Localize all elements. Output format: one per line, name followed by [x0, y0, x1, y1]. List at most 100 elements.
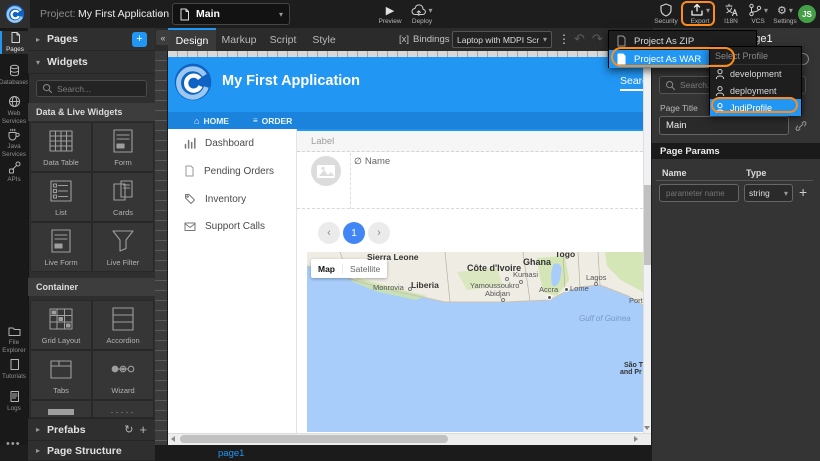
canvas-app-logo-icon	[173, 62, 213, 102]
pagination-prev-button[interactable]: ‹	[318, 222, 340, 244]
widget-tile-accordion[interactable]: Accordion	[92, 300, 154, 350]
widget-tile-wizard[interactable]: Wizard	[92, 350, 154, 400]
page-title-input[interactable]	[659, 116, 789, 135]
map-button[interactable]: Map	[311, 264, 342, 274]
widget-tile-form[interactable]: Form	[92, 122, 154, 172]
rail-more-icon[interactable]: •••	[6, 438, 21, 450]
widget-tile-grid-layout[interactable]: Grid Layout	[30, 300, 92, 350]
globe-icon	[8, 95, 21, 108]
map-label: São T	[624, 362, 643, 369]
tutorials-icon	[8, 358, 21, 371]
logs-icon	[8, 390, 21, 403]
add-param-button[interactable]: +	[799, 184, 807, 200]
wavemaker-logo[interactable]	[0, 0, 30, 28]
add-prefab-button[interactable]: +	[139, 422, 147, 437]
mail-icon	[184, 221, 196, 232]
image-icon	[311, 156, 341, 186]
wavemaker-logo-icon	[5, 4, 25, 24]
tabs-icon	[48, 356, 74, 382]
chevron-down-icon: ▾	[784, 189, 788, 198]
tab-design[interactable]: Design	[168, 28, 216, 51]
tab-style[interactable]: Style	[304, 28, 344, 51]
widgets-section-header[interactable]: ▾ Widgets	[28, 51, 155, 74]
widget-tile-cards[interactable]: Cards	[92, 172, 154, 222]
security-button[interactable]: Security	[649, 1, 683, 27]
pagination-page-1[interactable]: 1	[343, 222, 365, 244]
widget-tile-live-filter[interactable]: Live Filter	[92, 222, 154, 272]
scroll-down-arrow-icon[interactable]	[644, 426, 650, 430]
canvas-search-link[interactable]: Search	[620, 75, 643, 87]
redo-icon[interactable]: ↷	[592, 31, 603, 47]
rail-item-apis[interactable]: APIs	[0, 161, 28, 184]
export-button[interactable]: ▾ Export	[683, 1, 717, 27]
satellite-button[interactable]: Satellite	[342, 264, 387, 274]
data-table-icon	[48, 128, 74, 154]
bindings-button[interactable]: [x] Bindings ▾	[399, 34, 458, 45]
tab-markup[interactable]: Markup	[216, 28, 262, 51]
google-map-widget[interactable]: Map Satellite Sierra Leone Monrovia Libe…	[307, 252, 643, 432]
nav-item-order[interactable]: ≡ ORDER	[253, 116, 292, 126]
refresh-icon[interactable]: ↻	[124, 423, 133, 436]
rail-item-logs[interactable]: Logs	[0, 390, 28, 413]
map-label: Kumasi	[513, 270, 538, 279]
i18n-icon	[724, 3, 739, 17]
prefabs-section-header[interactable]: ▸ Prefabs ↻ +	[28, 418, 155, 441]
image-placeholder[interactable]	[311, 156, 341, 186]
canvas-menu-inventory[interactable]: Inventory	[184, 193, 246, 205]
menu-item-deployment[interactable]: deployment	[710, 82, 801, 99]
database-icon	[8, 64, 21, 77]
widget-tile-live-form[interactable]: Live Form	[30, 222, 92, 272]
canvas-menu-pending-orders[interactable]: Pending Orders	[184, 165, 274, 177]
canvas-search-underline	[620, 89, 643, 91]
tab-script[interactable]: Script	[262, 28, 304, 51]
widget-tile-tabs[interactable]: Tabs	[30, 350, 92, 400]
scroll-right-arrow-icon[interactable]	[634, 436, 638, 442]
user-avatar[interactable]: JS	[798, 5, 816, 23]
rail-item-java-services[interactable]: Java Services	[0, 128, 28, 158]
collapse-panel-button[interactable]: «	[156, 30, 170, 45]
widget-tile-data-table[interactable]: Data Table	[30, 122, 92, 172]
bind-link-icon[interactable]	[795, 120, 807, 132]
rail-item-file-explorer[interactable]: File Explorer	[0, 325, 28, 354]
chevron-down-icon: ▾	[789, 6, 793, 15]
param-name-input[interactable]	[659, 184, 739, 202]
page-icon	[179, 8, 190, 21]
more-options-icon[interactable]: ⋮	[558, 32, 570, 46]
person-icon	[715, 102, 725, 114]
settings-button[interactable]: ⚙ ▾ Settings	[768, 1, 802, 27]
vcs-label: VCS	[751, 18, 764, 25]
export-label: Export	[691, 18, 710, 25]
live-form-icon	[48, 228, 74, 254]
device-selector-dropdown[interactable]: Laptop with MDPI Screen ▾	[452, 31, 552, 48]
menu-item-jndiprofile[interactable]: JndiProfile	[710, 99, 801, 116]
funnel-icon	[110, 228, 136, 254]
scroll-left-arrow-icon[interactable]	[171, 436, 175, 442]
preview-button[interactable]: ▶ Preview	[373, 1, 407, 27]
cards-icon	[110, 178, 136, 204]
label-widget[interactable]: Label	[297, 131, 643, 152]
deploy-button[interactable]: ▾ Deploy	[405, 1, 439, 27]
status-active-page[interactable]: page1	[218, 448, 244, 459]
widget-search-input[interactable]: Search...	[36, 80, 147, 97]
canvas-menu-support-calls[interactable]: Support Calls	[184, 221, 265, 232]
rail-item-tutorials[interactable]: Tutorials	[0, 358, 28, 381]
nav-item-home[interactable]: ⌂ HOME	[194, 116, 229, 126]
pagination-next-button[interactable]: ›	[368, 222, 390, 244]
menu-item-development[interactable]: development	[710, 65, 801, 82]
map-label: Monrovia	[373, 283, 404, 292]
name-field[interactable]: ∅ Name	[354, 156, 390, 167]
canvas-menu-dashboard[interactable]: Dashboard	[184, 137, 254, 149]
add-page-button[interactable]: +	[132, 32, 147, 47]
page-selector-dropdown[interactable]: Main ▾	[172, 3, 290, 25]
rail-item-pages[interactable]: Pages	[0, 31, 28, 54]
pages-section-header[interactable]: ▸ Pages +	[28, 28, 155, 51]
page-structure-section-header[interactable]: ▸ Page Structure	[28, 441, 155, 461]
rail-item-web-services[interactable]: Web Services	[0, 95, 28, 125]
param-type-select[interactable]: string ▾	[744, 184, 793, 202]
undo-icon[interactable]: ↶	[574, 31, 585, 47]
rail-item-databases[interactable]: Databases	[0, 64, 28, 87]
widget-tile-list[interactable]: List	[30, 172, 92, 222]
vertical-scrollbar-thumb[interactable]	[644, 185, 651, 265]
horizontal-scrollbar-thumb[interactable]	[180, 435, 448, 443]
submenu-header: Select Profile	[710, 48, 801, 65]
